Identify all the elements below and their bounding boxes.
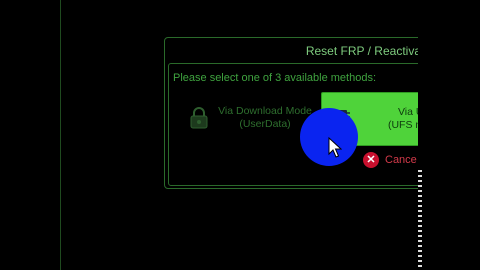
- cancel-button[interactable]: ✕ Cance: [363, 151, 417, 169]
- mouse-pointer-icon: [328, 137, 342, 158]
- lock-icon: [187, 106, 211, 130]
- screen-right-edge: [418, 0, 480, 270]
- dotted-scrollbar: [418, 170, 422, 270]
- method-prompt: Please select one of 3 available methods…: [173, 72, 377, 84]
- download-mode-method-button[interactable]: Via Download Mode (UserData): [179, 92, 319, 144]
- download-mode-label-line1: Via Download Mode: [218, 105, 312, 117]
- window-edge-line: [60, 0, 61, 270]
- cancel-label: Cance: [385, 154, 417, 166]
- close-icon: ✕: [363, 152, 379, 168]
